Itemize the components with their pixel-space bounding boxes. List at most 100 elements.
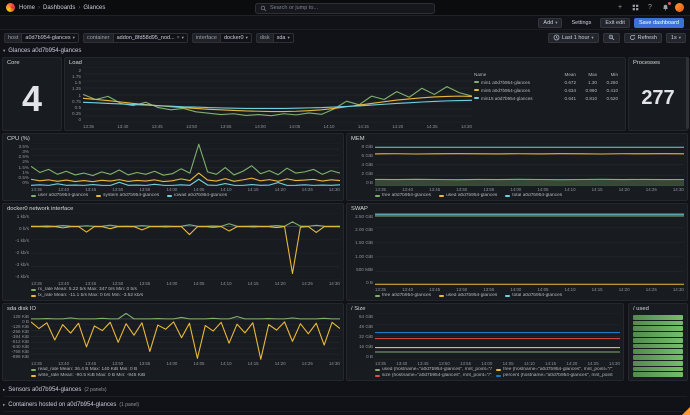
panel-title[interactable]: Core <box>3 58 61 67</box>
variable-value-dropdown[interactable]: sda▾ <box>273 33 294 43</box>
panel-title[interactable]: sda disk IO <box>3 304 343 313</box>
add-button[interactable]: Add ▾ <box>538 18 562 28</box>
chevron-right-icon: ▸ <box>3 402 5 408</box>
legend-item[interactable]: system a0d7b954-glances <box>96 193 159 198</box>
panel-root-used: / used <box>628 303 688 381</box>
legend-item[interactable]: total a0d7b954-glances <box>505 293 562 298</box>
legend-table-row[interactable]: min15 a0d7b954-glances0.6410.8100.520 <box>474 94 618 102</box>
legend-label: used a0d7b954-glances <box>446 193 497 198</box>
legend-table-row[interactable]: min5 a0d7b954-glances0.6340.9600.410 <box>474 86 618 94</box>
time-range-label: Last 1 hour <box>562 35 590 41</box>
scrollbar-thumb[interactable] <box>686 57 689 129</box>
panel-title[interactable]: Processes <box>629 58 687 67</box>
sda-legend: read_rate Mean: 36.4 B Max: 140 KiB Min:… <box>3 367 343 380</box>
panel-title[interactable]: SWAP <box>347 204 687 213</box>
variable-interface: interface docker0▾ <box>192 33 252 43</box>
axis-tick: 14:20 <box>392 124 403 130</box>
variable-label: host <box>4 33 21 43</box>
docker0-graph[interactable] <box>31 213 340 280</box>
mem-graph[interactable] <box>375 143 684 186</box>
axis-tick: -2 kb/s <box>15 250 29 255</box>
load-graph[interactable] <box>83 67 472 123</box>
legend-item[interactable]: free a0d7b954-glances <box>375 193 431 198</box>
breadcrumb: Home › Dashboards › Glances <box>19 5 105 11</box>
chevron-right-icon: ▸ <box>3 387 5 393</box>
chevron-down-icon: ▾ <box>591 35 593 41</box>
variable-value-dropdown[interactable]: docker0▾ <box>220 33 252 43</box>
clock-icon <box>553 34 560 41</box>
legend-item[interactable]: write_rate Mean: -90.5 KiB Max: 0 B Min:… <box>31 373 145 378</box>
breadcrumb-home[interactable]: Home <box>19 5 35 11</box>
panel-title[interactable]: docker0 network interface <box>3 204 343 213</box>
legend-item[interactable]: iowait a0d7b954-glances <box>167 193 227 198</box>
legend-item[interactable]: used {hostname="a0d7b954-glances", mnt_p… <box>375 367 492 372</box>
axis-tick: 500 MiB <box>356 267 373 272</box>
legend-color-chip <box>439 195 444 197</box>
axis-tick: 32 GiB <box>359 334 373 339</box>
size-graph[interactable] <box>375 313 620 360</box>
legend-table-header[interactable]: Mean <box>555 72 576 77</box>
panel-title[interactable]: / Size <box>347 304 623 313</box>
panel-title[interactable]: MEM <box>347 134 687 143</box>
axis-tick: 4 GiB <box>362 162 374 167</box>
grafana-logo-icon[interactable] <box>6 3 15 12</box>
legend-item[interactable]: size {hostname="a0d7b954-glances", mnt_p… <box>375 373 492 378</box>
panel-title[interactable]: Load <box>65 58 625 67</box>
legend-item[interactable]: used a0d7b954-glances <box>439 293 497 298</box>
legend-table-header[interactable]: Max <box>576 72 597 77</box>
axis-tick: -3 kb/s <box>15 262 29 267</box>
settings-button[interactable]: Settings <box>566 18 596 28</box>
legend-color-chip <box>31 375 36 377</box>
legend-item[interactable]: read_rate Mean: 36.4 B Max: 140 KiB Min:… <box>31 367 137 372</box>
breadcrumb-dashboards[interactable]: Dashboards <box>43 5 75 11</box>
legend-item[interactable]: tx_rate Mean: -11.1 b/s Max: 0 b/s Min: … <box>31 293 143 298</box>
axis-tick: 2.00 GiB <box>355 227 373 232</box>
axis-tick: 1.75 <box>72 74 81 79</box>
panel-title[interactable]: / used <box>629 304 687 313</box>
chevron-down-icon: ▾ <box>288 35 290 41</box>
axis-tick: 13:40 <box>117 124 128 130</box>
zoom-out-button[interactable] <box>603 33 620 43</box>
legend-label: user a0d7b954-glances <box>38 193 88 198</box>
variable-value-dropdown[interactable]: a0d7b954-glances▾ <box>21 33 79 43</box>
legend-item[interactable]: percent {hostname="a0d7b954-glances", mn… <box>496 373 613 378</box>
time-range-picker[interactable]: Last 1 hour ▾ <box>548 33 599 43</box>
exit-edit-button[interactable]: Exit edit <box>600 18 630 28</box>
row-header-glances[interactable]: ▾ Glances a0d7b954-glances <box>3 45 81 56</box>
legend-item[interactable]: used a0d7b954-glances <box>439 193 497 198</box>
axis-tick: -4 kb/s <box>15 274 29 279</box>
legend-label: percent {hostname="a0d7b954-glances", mn… <box>503 373 613 378</box>
panel-title[interactable]: CPU (%) <box>3 134 343 143</box>
sda-graph[interactable] <box>31 313 340 360</box>
plus-icon[interactable]: + <box>615 3 625 13</box>
row-sensors[interactable]: ▸ Sensors a0d7b954-glances (2 panels) <box>3 384 687 397</box>
legend-color-chip <box>375 369 380 371</box>
notification-dot <box>668 2 671 5</box>
clear-icon[interactable]: × <box>177 35 180 41</box>
refresh-button[interactable]: Refresh <box>624 33 662 43</box>
legend-table-header[interactable]: Min <box>597 72 618 77</box>
search-input[interactable]: Search or jump to... <box>255 3 435 14</box>
resize-corner-handle[interactable] <box>682 407 690 415</box>
help-icon[interactable]: ? <box>645 3 655 13</box>
legend-item[interactable]: user a0d7b954-glances <box>31 193 88 198</box>
legend-item[interactable]: total a0d7b954-glances <box>505 193 562 198</box>
legend-table-row[interactable]: min1 a0d7b954-glances0.6721.300.260 <box>474 78 618 86</box>
refresh-interval-dropdown[interactable]: 1s ▾ <box>666 33 686 43</box>
notifications-bell-icon[interactable] <box>660 3 670 13</box>
legend-item[interactable]: rx_rate Mean: 5.22 b/s Max: 347 b/s Min:… <box>31 287 137 292</box>
legend-item[interactable]: free {hostname="a0d7b954-glances", mnt_p… <box>496 367 613 372</box>
row-containers[interactable]: ▸ Containers hosted on a0d7b954-glances … <box>3 399 687 412</box>
legend-item[interactable]: free a0d7b954-glances <box>375 293 431 298</box>
axis-tick: 8 GiB <box>362 144 374 149</box>
cpu-graph[interactable] <box>31 143 340 186</box>
user-avatar[interactable] <box>675 3 684 12</box>
swap-graph[interactable] <box>375 213 684 286</box>
apps-grid-icon[interactable] <box>630 3 640 13</box>
variable-container: container addon_8fd58d95_nod...×▾ <box>83 33 188 43</box>
cpu-legend: user a0d7b954-glances system a0d7b954-gla… <box>3 193 343 200</box>
legend-color-chip <box>474 97 479 99</box>
save-dashboard-button[interactable]: Save dashboard <box>634 18 684 28</box>
legend-table-header[interactable]: Name <box>474 72 555 77</box>
variable-value-dropdown[interactable]: addon_8fd58d95_nod...×▾ <box>113 33 188 43</box>
